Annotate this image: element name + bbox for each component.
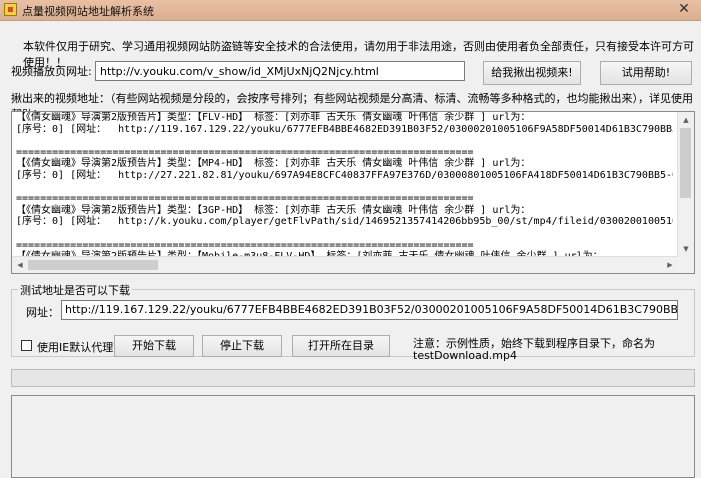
app-icon bbox=[4, 3, 17, 16]
title-bar: 点量视频网站地址解析系统 ✕ bbox=[0, 0, 701, 21]
horizontal-scroll-thumb[interactable] bbox=[28, 260, 158, 270]
open-directory-button[interactable]: 打开所在目录 bbox=[292, 335, 390, 357]
vertical-scroll-thumb[interactable] bbox=[680, 128, 691, 198]
result-line bbox=[16, 182, 673, 194]
scroll-corner bbox=[678, 257, 694, 273]
url-label: 视频播放页网址: bbox=[11, 65, 92, 78]
result-line bbox=[16, 135, 673, 147]
extract-video-button[interactable]: 给我揪出视频来! bbox=[483, 61, 581, 85]
log-vertical-scrollbar[interactable] bbox=[678, 396, 694, 477]
results-vertical-scrollbar[interactable]: ▲ ▼ bbox=[677, 112, 694, 257]
result-line: ========================================… bbox=[16, 193, 474, 205]
result-line: 【《倩女幽魂》导演第2版预告片】类型：【FLV-HD】 标签：[刘亦菲 古天乐 … bbox=[16, 112, 531, 123]
log-textarea[interactable] bbox=[11, 395, 695, 478]
download-test-group-title: 测试地址是否可以下载 bbox=[18, 282, 132, 298]
result-line: ========================================… bbox=[16, 146, 474, 158]
use-ie-proxy-label[interactable]: 使用IE默认代理 bbox=[37, 339, 113, 355]
result-line bbox=[16, 228, 673, 240]
result-line: [序号：0] [网址： http://119.167.129.22/youku/… bbox=[16, 123, 673, 135]
download-note-line2: testDownload.mp4 bbox=[413, 349, 517, 362]
results-content: 【《倩女幽魂》导演第2版预告片】类型：【FLV-HD】 标签：[刘亦菲 古天乐 … bbox=[16, 112, 673, 257]
result-line: [序号：0] [网址： http://27.221.82.81/youku/69… bbox=[16, 169, 673, 181]
download-progress-bar bbox=[11, 369, 695, 387]
result-line: 【《倩女幽魂》导演第2版预告片】类型：【MP4-HD】 标签：[刘亦菲 古天乐 … bbox=[16, 158, 531, 170]
window-title: 点量视频网站地址解析系统 bbox=[22, 5, 154, 18]
result-line: ========================================… bbox=[16, 239, 474, 251]
stop-download-button[interactable]: 停止下载 bbox=[202, 335, 282, 357]
close-icon[interactable]: ✕ bbox=[675, 0, 693, 18]
start-download-button[interactable]: 开始下载 bbox=[114, 335, 194, 357]
address-input[interactable]: http://119.167.129.22/youku/6777EFB4BBE4… bbox=[61, 300, 678, 320]
arrow-down-icon[interactable]: ▼ bbox=[678, 241, 694, 257]
arrow-up-icon[interactable]: ▲ bbox=[678, 112, 694, 128]
address-label: 网址： bbox=[26, 306, 59, 319]
arrow-left-icon[interactable]: ◀ bbox=[12, 257, 28, 273]
video-url-input[interactable] bbox=[95, 61, 465, 81]
result-line: [序号：0] [网址： http://k.youku.com/player/ge… bbox=[16, 216, 673, 228]
help-button[interactable]: 试用帮助! bbox=[600, 61, 692, 85]
results-horizontal-scrollbar[interactable]: ◀ ▶ bbox=[12, 256, 678, 273]
results-textarea[interactable]: 【《倩女幽魂》导演第2版预告片】类型：【FLV-HD】 标签：[刘亦菲 古天乐 … bbox=[11, 111, 695, 274]
arrow-right-icon[interactable]: ▶ bbox=[662, 257, 678, 273]
use-ie-proxy-checkbox[interactable] bbox=[21, 340, 32, 351]
download-note: 注意：示例性质，始终下载到程序目录下，命名为 testDownload.mp4 bbox=[413, 338, 655, 362]
result-line: 【《倩女幽魂》导演第2版预告片】类型：【3GP-HD】 标签：[刘亦菲 古天乐 … bbox=[16, 204, 531, 216]
